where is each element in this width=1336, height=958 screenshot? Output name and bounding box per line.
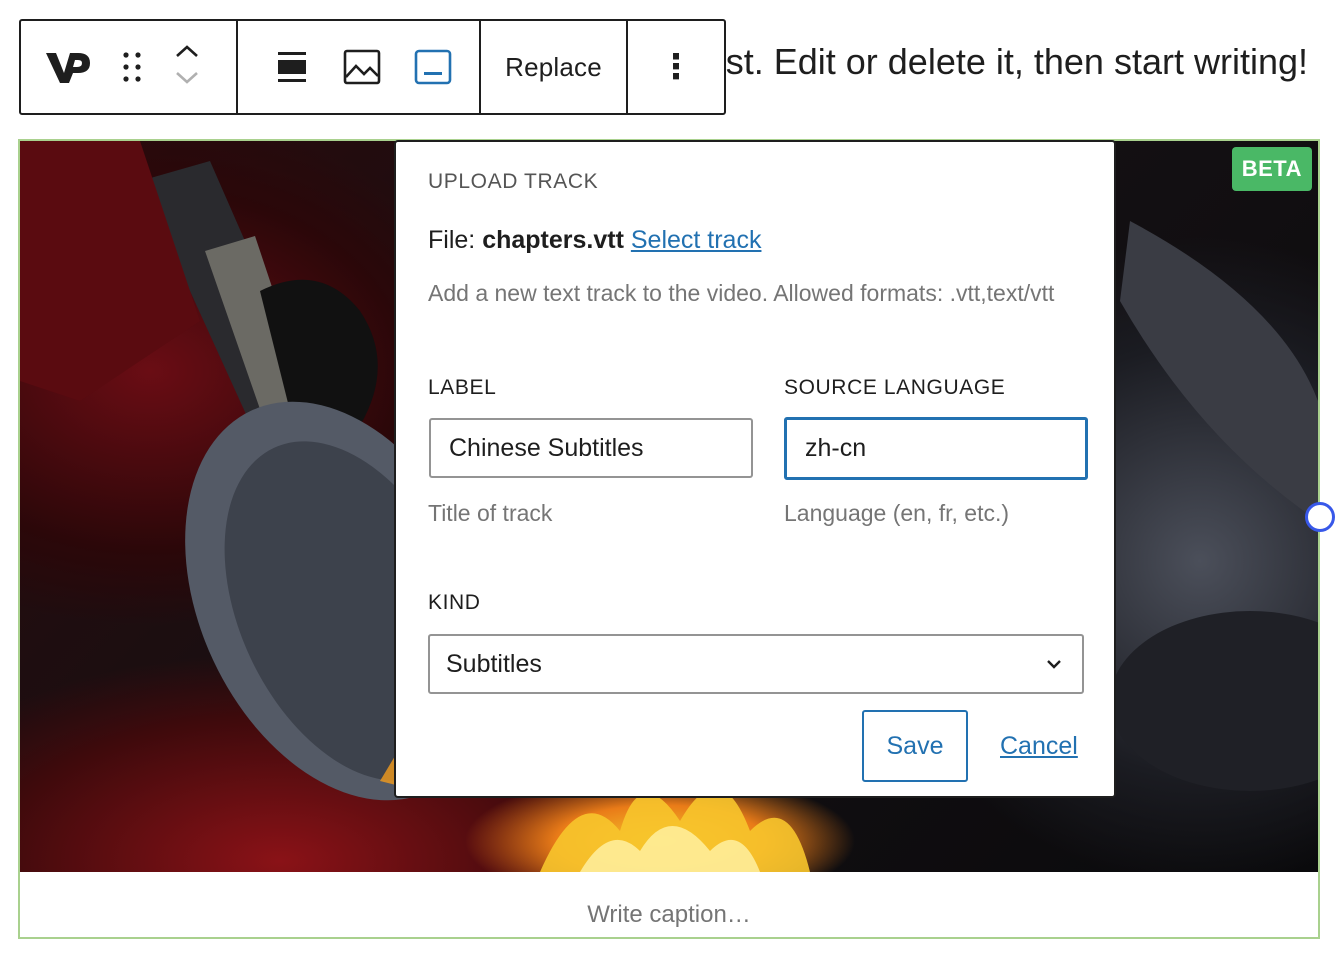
caption-placeholder[interactable]: Write caption… bbox=[20, 901, 1318, 929]
toolbar-group-more: ⋮ bbox=[628, 21, 724, 113]
save-button[interactable]: Save bbox=[862, 710, 968, 782]
videopress-logo-icon[interactable] bbox=[43, 47, 95, 87]
toolbar-group-block bbox=[21, 21, 238, 113]
move-down-icon[interactable] bbox=[174, 70, 200, 91]
drag-handle-icon[interactable] bbox=[117, 47, 147, 87]
chevron-down-icon bbox=[1042, 652, 1066, 676]
replace-button[interactable]: Replace bbox=[505, 52, 602, 83]
more-options-icon[interactable]: ⋮ bbox=[659, 50, 693, 84]
move-up-icon[interactable] bbox=[174, 43, 200, 64]
label-input[interactable] bbox=[429, 418, 753, 478]
select-track-link[interactable]: Select track bbox=[631, 226, 762, 254]
file-name: chapters.vtt bbox=[482, 226, 624, 254]
source-language-input[interactable] bbox=[784, 417, 1088, 480]
kind-field-label: KIND bbox=[428, 591, 481, 614]
toolbar-group-replace: Replace bbox=[481, 21, 628, 113]
popover-title: UPLOAD TRACK bbox=[428, 170, 599, 193]
language-hint: Language (en, fr, etc.) bbox=[784, 500, 1010, 526]
block-movers bbox=[167, 37, 207, 97]
file-line: File: chapters.vtt Select track bbox=[428, 226, 761, 255]
resize-handle[interactable] bbox=[1305, 502, 1335, 532]
toolbar-group-format bbox=[238, 21, 481, 113]
caption-toggle-icon[interactable] bbox=[409, 42, 457, 92]
allowed-formats-help: Add a new text track to the video. Allow… bbox=[428, 280, 1055, 306]
label-field-label: LABEL bbox=[428, 376, 497, 399]
poster-image-icon[interactable] bbox=[338, 42, 386, 92]
language-field-label: SOURCE LANGUAGE bbox=[784, 376, 1006, 399]
file-prefix: File: bbox=[428, 226, 483, 254]
kind-select[interactable]: Subtitles bbox=[428, 634, 1084, 694]
block-toolbar: Replace ⋮ bbox=[19, 19, 726, 115]
beta-badge: BETA bbox=[1231, 147, 1312, 191]
kind-selected-value: Subtitles bbox=[446, 649, 542, 678]
cancel-link[interactable]: Cancel bbox=[1000, 732, 1078, 761]
upload-track-popover: UPLOAD TRACK File: chapters.vtt Select t… bbox=[394, 140, 1116, 798]
label-hint: Title of track bbox=[428, 500, 553, 526]
align-wide-icon[interactable] bbox=[268, 42, 316, 92]
